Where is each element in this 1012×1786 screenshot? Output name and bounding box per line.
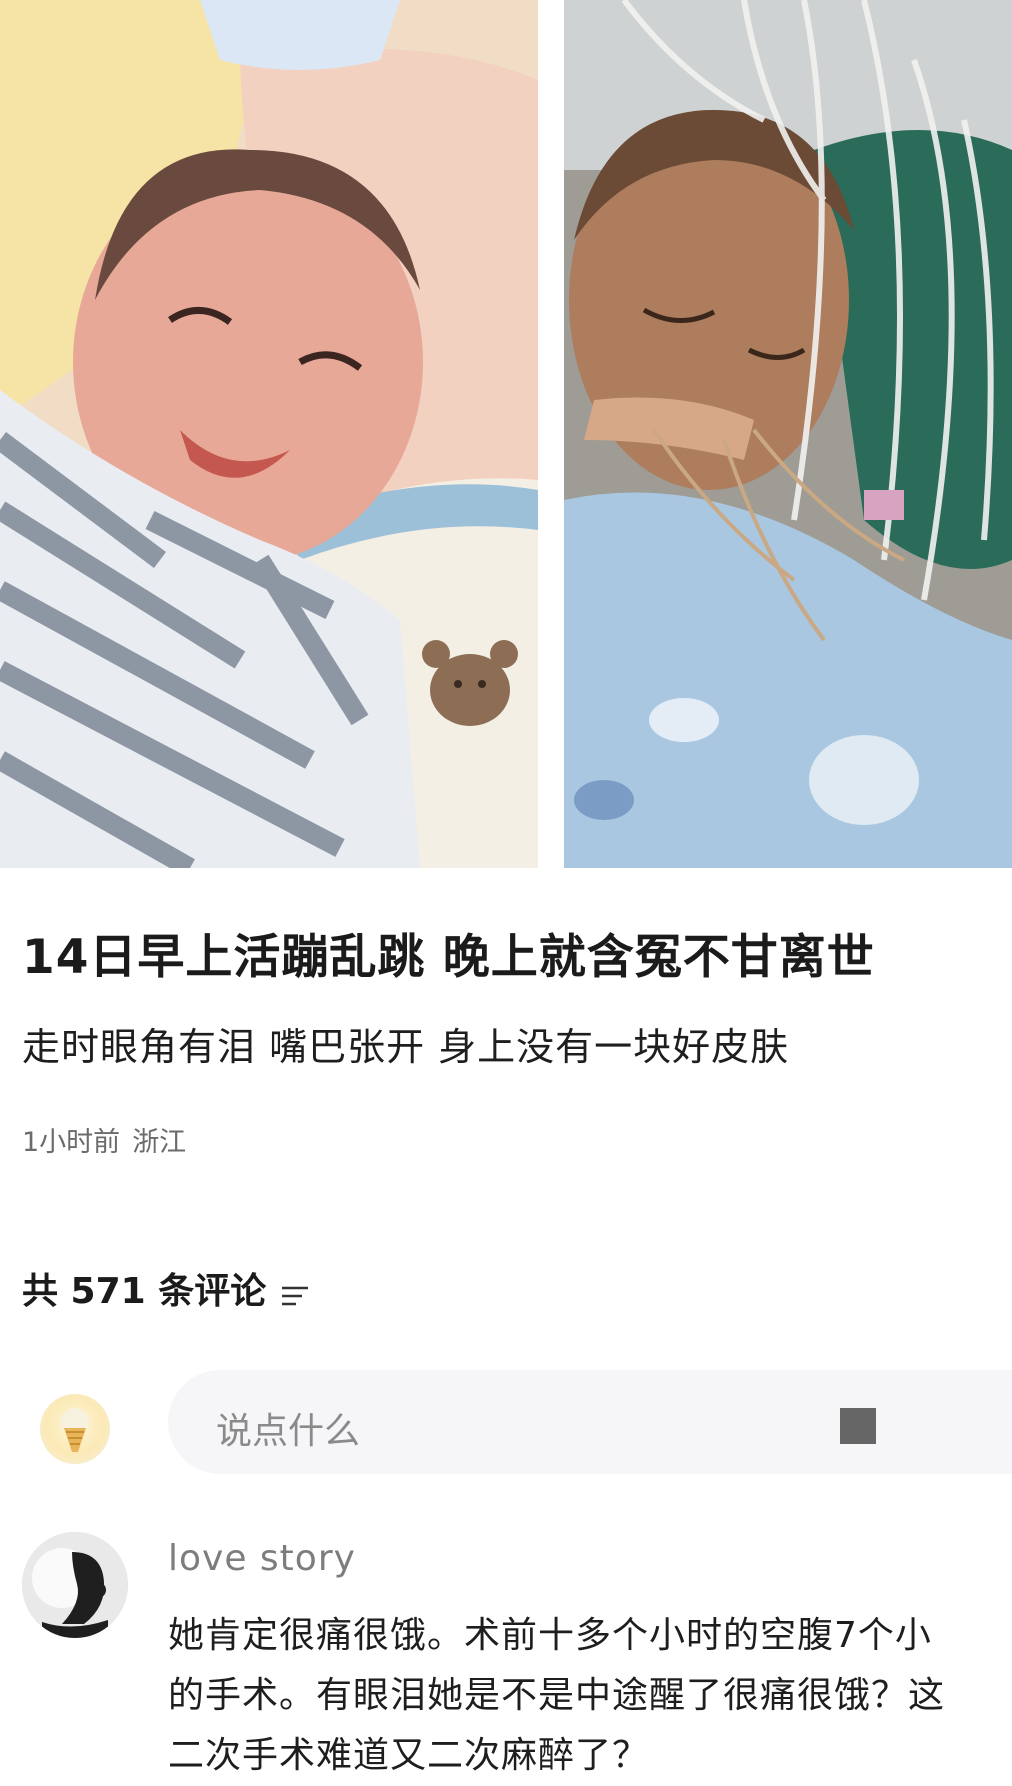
comment-text: 她肯定很痛很饿。术前十多个小时的空腹7个小 的手术。有眼泪她是不是中途醒了很痛很… bbox=[168, 1606, 1012, 1786]
comment-input-placeholder: 说点什么 bbox=[216, 1411, 361, 1452]
post-photo-smiling-baby[interactable] bbox=[0, 0, 538, 868]
commenter-username[interactable]: love story bbox=[168, 1538, 356, 1579]
post-headline: 14日早上活蹦乱跳 晚上就含冤不甘离世 bbox=[22, 930, 875, 985]
comment-compose-bar: 说点什么 bbox=[0, 1362, 1012, 1482]
post-subline: 走时眼角有泪 嘴巴张开 身上没有一块好皮肤 bbox=[22, 1025, 790, 1069]
comment-item: love story 她肯定很痛很饿。术前十多个小时的空腹7个小 的手术。有眼泪… bbox=[0, 1530, 1012, 1780]
emoji-icon[interactable] bbox=[840, 1406, 880, 1446]
current-user-avatar[interactable] bbox=[40, 1394, 110, 1464]
comment-input[interactable]: 说点什么 bbox=[168, 1370, 1012, 1474]
comment-text-line: 她肯定很痛很饿。术前十多个小时的空腹7个小 bbox=[168, 1615, 932, 1656]
comment-text-line: 的手术。有眼泪她是不是中途醒了很痛很饿？这 bbox=[168, 1675, 946, 1716]
comment-text-line: 二次手术难道又二次麻醉了？ bbox=[168, 1735, 650, 1776]
comments-count-label: 共 571 条评论 bbox=[22, 1271, 267, 1312]
commenter-avatar[interactable] bbox=[22, 1532, 128, 1638]
post-meta: 1小时前 浙江 bbox=[22, 1120, 186, 1159]
post-location: 浙江 bbox=[132, 1127, 187, 1158]
post-time: 1小时前 bbox=[22, 1127, 121, 1158]
post-photo-hospital-baby[interactable] bbox=[564, 0, 1012, 868]
sort-icon[interactable] bbox=[280, 1276, 310, 1306]
post-photos bbox=[0, 0, 1012, 868]
comments-header: 共 571 条评论 bbox=[22, 1262, 310, 1314]
